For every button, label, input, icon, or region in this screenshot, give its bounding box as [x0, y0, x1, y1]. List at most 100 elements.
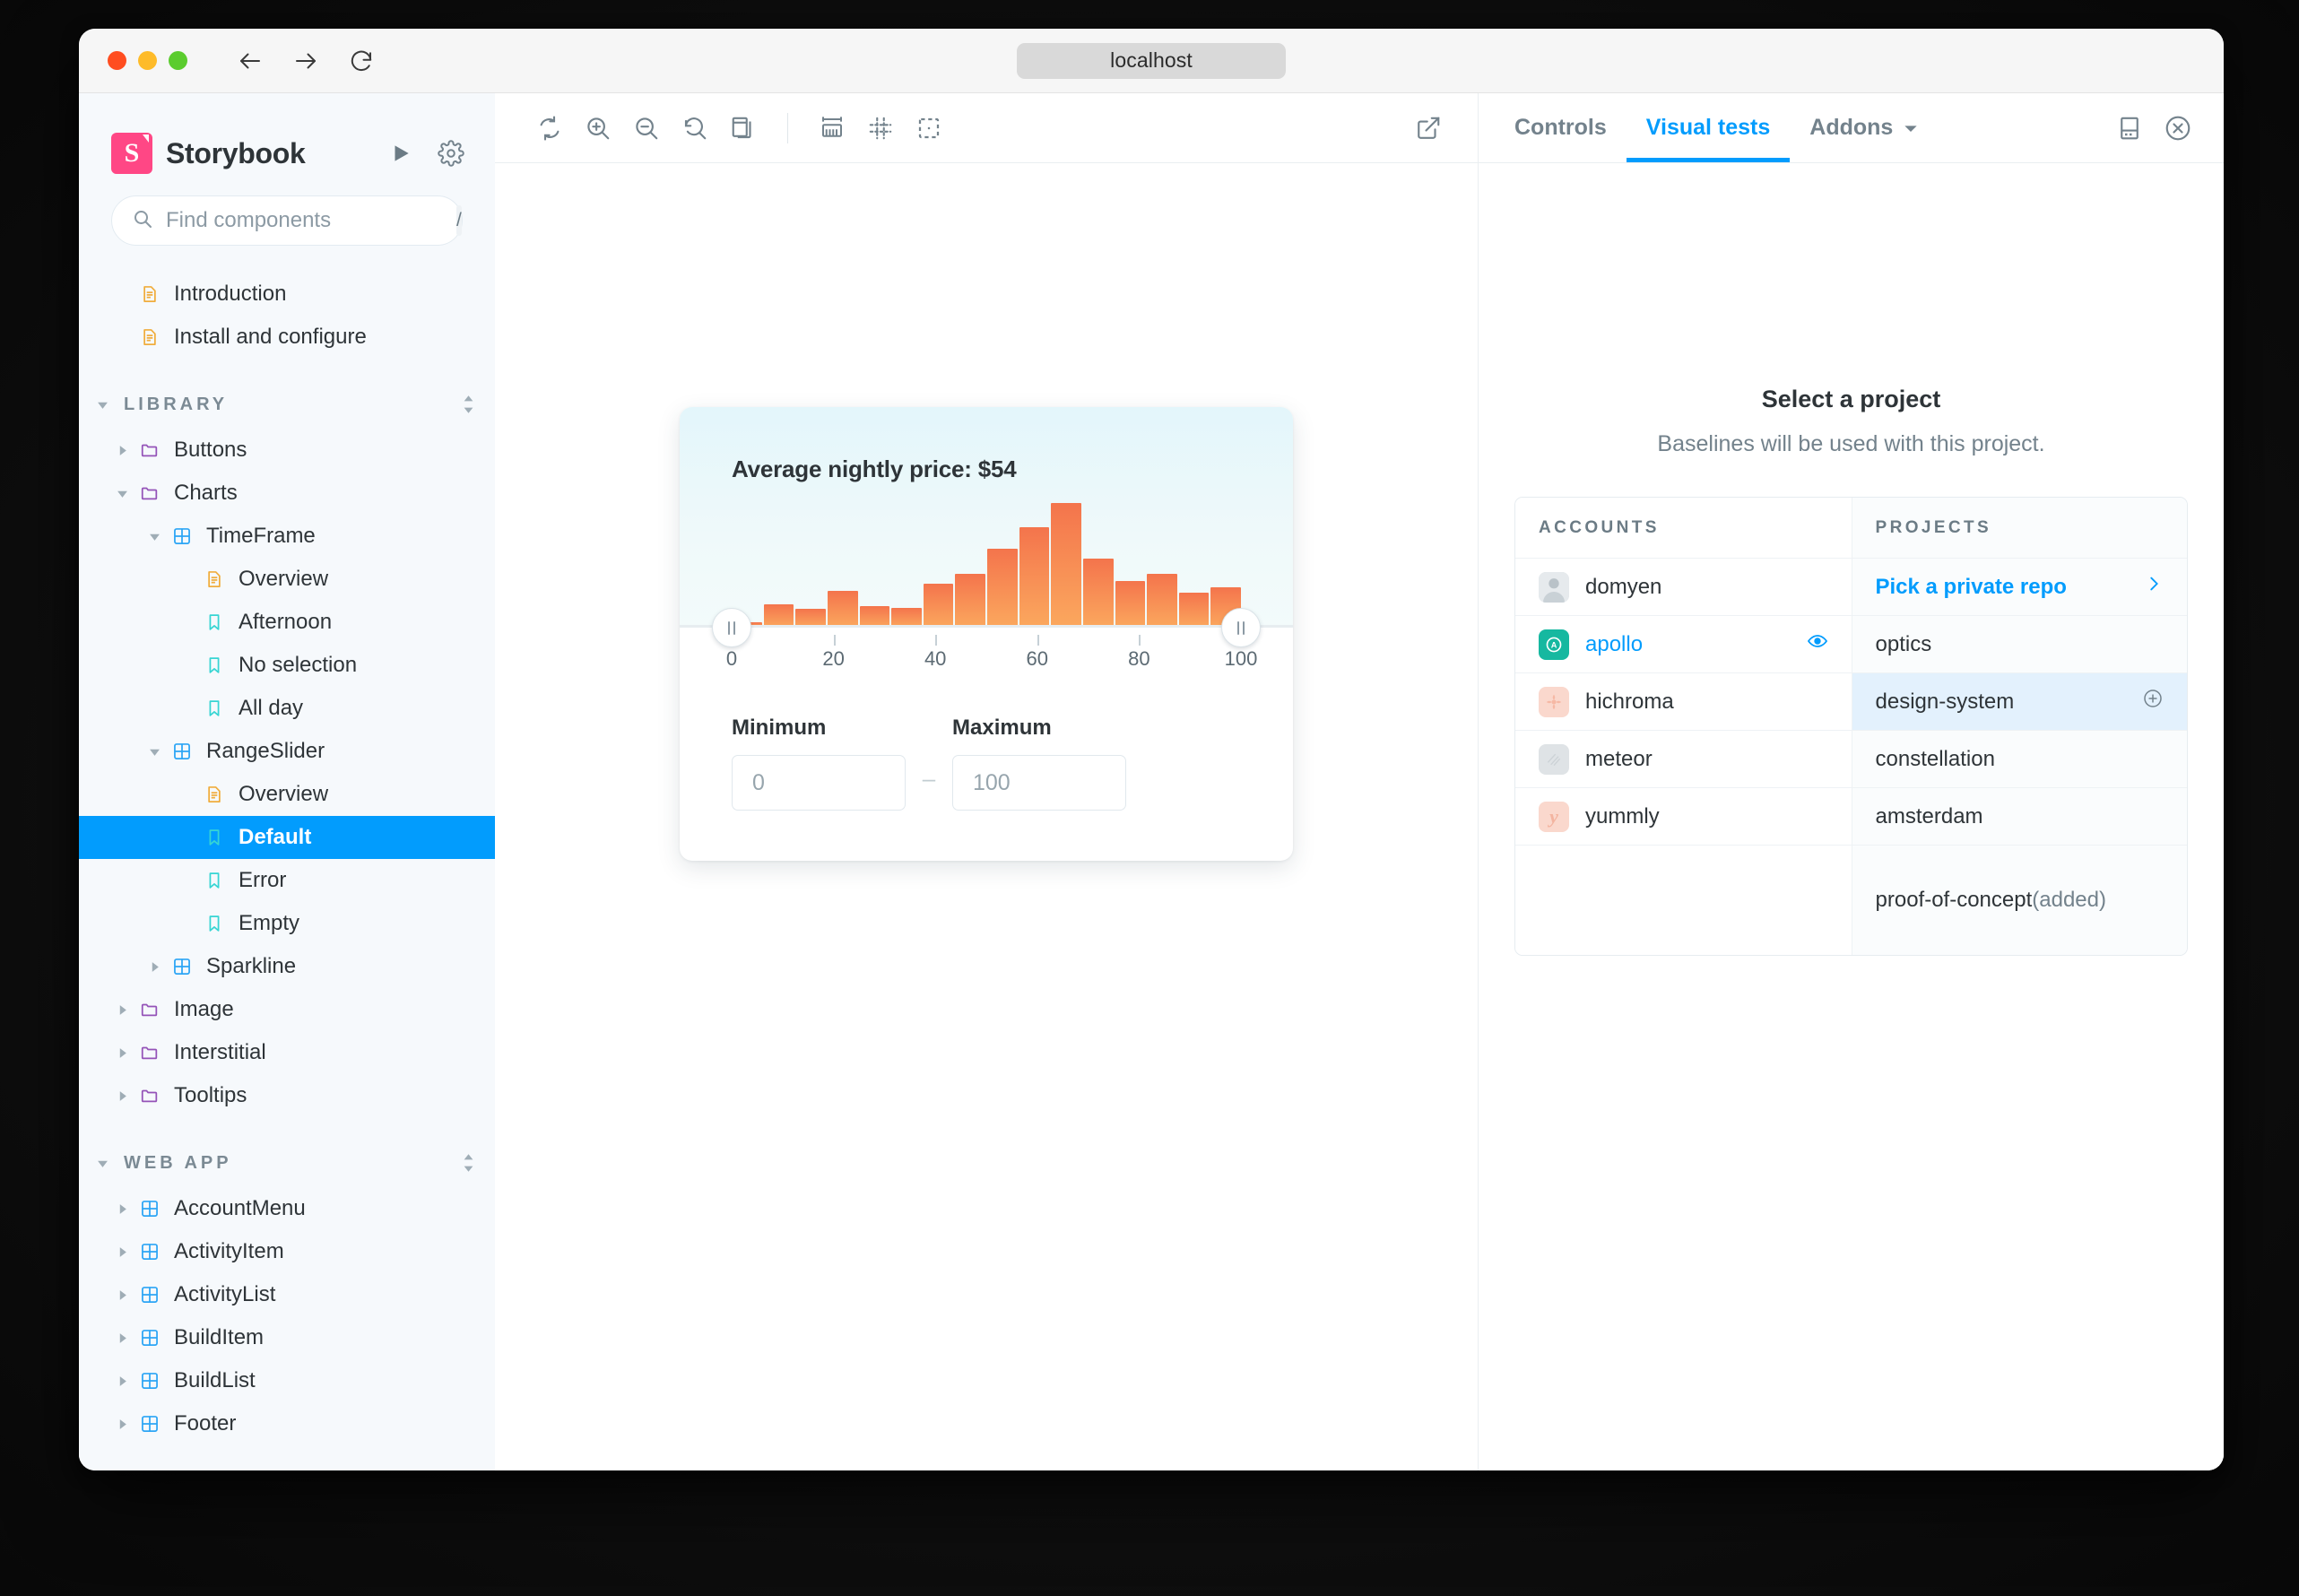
gear-icon[interactable] [438, 140, 464, 167]
tree-item-default[interactable]: Default [79, 816, 495, 859]
measure-icon[interactable] [808, 104, 856, 152]
project-row[interactable]: proof-of-concept (added) [1851, 846, 2187, 955]
tree-item-buildlist[interactable]: BuildList [79, 1359, 495, 1402]
search-box[interactable]: / [111, 195, 463, 246]
tree-item-charts[interactable]: Charts [79, 472, 495, 515]
chevron-down-icon[interactable] [93, 395, 111, 413]
account-row[interactable]: hichroma [1515, 673, 1852, 731]
forward-icon[interactable] [291, 47, 320, 75]
chevron-right-icon[interactable] [113, 1200, 131, 1218]
play-icon[interactable] [389, 142, 412, 165]
tree-item-error[interactable]: Error [79, 859, 495, 902]
chevron-right-icon[interactable] [113, 1044, 131, 1062]
component-tree[interactable]: Introduction Install and configure LIBRARY… [79, 246, 495, 1470]
minimum-input[interactable] [732, 755, 906, 811]
minimize-window-button[interactable] [138, 51, 157, 70]
component-icon [169, 526, 195, 546]
range-max-handle[interactable] [1221, 608, 1261, 647]
chevron-right-icon[interactable] [113, 1001, 131, 1019]
address-bar[interactable]: localhost [1017, 42, 1286, 79]
zoom-in-icon[interactable] [574, 104, 622, 152]
tree-item-footer[interactable]: Footer [79, 1402, 495, 1445]
account-row[interactable]: y yummly [1515, 788, 1852, 846]
chevron-right-icon[interactable] [113, 1329, 131, 1347]
tree-item-rangeslider[interactable]: RangeSlider [79, 730, 495, 773]
close-window-button[interactable] [108, 51, 126, 70]
eye-icon[interactable] [1807, 630, 1828, 658]
tree-item-install-and-configure[interactable]: Install and configure [79, 316, 495, 359]
tree-item-buttons[interactable]: Buttons [79, 429, 495, 472]
account-row[interactable]: Aapollo [1515, 616, 1852, 673]
outline-icon[interactable] [905, 104, 953, 152]
project-name: optics [1875, 631, 1932, 656]
tree-item-label: Error [239, 868, 287, 892]
tree-item-image[interactable]: Image [79, 988, 495, 1031]
section-header-web-app[interactable]: WEB APP [79, 1139, 495, 1187]
chevron-right-icon[interactable] [113, 1415, 131, 1433]
tree-item-interstitial[interactable]: Interstitial [79, 1031, 495, 1074]
tree-item-builditem[interactable]: BuildItem [79, 1316, 495, 1359]
tab-controls-label: Controls [1514, 115, 1607, 140]
project-row[interactable]: Pick a private repo [1851, 559, 2187, 616]
chevron-down-icon[interactable] [113, 484, 131, 502]
chevron-down-icon[interactable] [145, 527, 163, 545]
chevron-right-icon[interactable] [113, 1243, 131, 1261]
search-input[interactable] [166, 208, 444, 233]
tree-item-overview[interactable]: Overview [79, 773, 495, 816]
select-project-heading: Select a project [1761, 386, 1941, 412]
maximum-input[interactable] [952, 755, 1126, 811]
tab-controls[interactable]: Controls [1495, 93, 1627, 162]
maximize-window-button[interactable] [169, 51, 187, 70]
yummly-logo: y [1539, 801, 1569, 832]
tree-item-sparkline[interactable]: Sparkline [79, 945, 495, 988]
tab-visual-tests[interactable]: Visual tests [1626, 93, 1791, 162]
project-row[interactable]: amsterdam [1851, 788, 2187, 846]
account-row-action[interactable] [1807, 630, 1828, 658]
tree-item-overview[interactable]: Overview [79, 558, 495, 601]
tree-item-label: Image [174, 997, 234, 1021]
project-row-action[interactable] [2144, 574, 2164, 600]
remount-icon[interactable] [525, 104, 574, 152]
tree-item-empty[interactable]: Empty [79, 902, 495, 945]
sort-icon[interactable] [462, 1153, 475, 1173]
range-min-handle[interactable] [712, 608, 751, 647]
tree-item-timeframe[interactable]: TimeFrame [79, 515, 495, 558]
tree-item-introduction[interactable]: Introduction [79, 273, 495, 316]
chevron-right-icon[interactable] [113, 441, 131, 459]
sort-icon[interactable] [462, 395, 475, 414]
panel-position-icon[interactable] [2105, 93, 2154, 162]
zoom-out-icon[interactable] [622, 104, 671, 152]
chevron-right-icon[interactable] [145, 958, 163, 976]
tree-item-activitylist[interactable]: ActivityList [79, 1273, 495, 1316]
grid-icon[interactable] [856, 104, 905, 152]
chevron-down-icon[interactable] [145, 742, 163, 760]
close-circle-icon[interactable] [2154, 93, 2202, 162]
project-row-action[interactable] [2142, 688, 2164, 716]
project-row[interactable]: optics [1851, 616, 2187, 673]
tree-item-accountmenu[interactable]: AccountMenu [79, 1187, 495, 1230]
reload-icon[interactable] [347, 47, 376, 75]
external-link-icon[interactable] [1404, 104, 1453, 152]
project-row[interactable]: constellation [1851, 731, 2187, 788]
back-icon[interactable] [236, 47, 265, 75]
tree-item-tooltips[interactable]: Tooltips [79, 1074, 495, 1117]
background-icon[interactable] [719, 104, 768, 152]
tree-item-all-day[interactable]: All day [79, 687, 495, 730]
tree-item-no-selection[interactable]: No selection [79, 644, 495, 687]
account-row[interactable]: domyen [1515, 559, 1852, 616]
tree-item-afternoon[interactable]: Afternoon [79, 601, 495, 644]
tab-addons[interactable]: Addons [1790, 93, 1938, 162]
account-row[interactable]: meteor [1515, 731, 1852, 788]
story-icon [201, 612, 228, 632]
tree-item-activityitem[interactable]: ActivityItem [79, 1230, 495, 1273]
zoom-reset-icon[interactable] [671, 104, 719, 152]
plus-circle-icon[interactable] [2142, 688, 2164, 716]
axis-tick-label: 20 [822, 647, 845, 670]
project-row[interactable]: design-system [1851, 673, 2187, 731]
chevron-right-icon[interactable] [113, 1286, 131, 1304]
section-header-library[interactable]: LIBRARY [79, 380, 495, 429]
project-picker-table[interactable]: ACCOUNTS PROJECTS domyen Pick a private rep… [1514, 497, 2188, 956]
chevron-right-icon[interactable] [113, 1372, 131, 1390]
chevron-right-icon[interactable] [113, 1087, 131, 1105]
chevron-down-icon[interactable] [93, 1154, 111, 1172]
